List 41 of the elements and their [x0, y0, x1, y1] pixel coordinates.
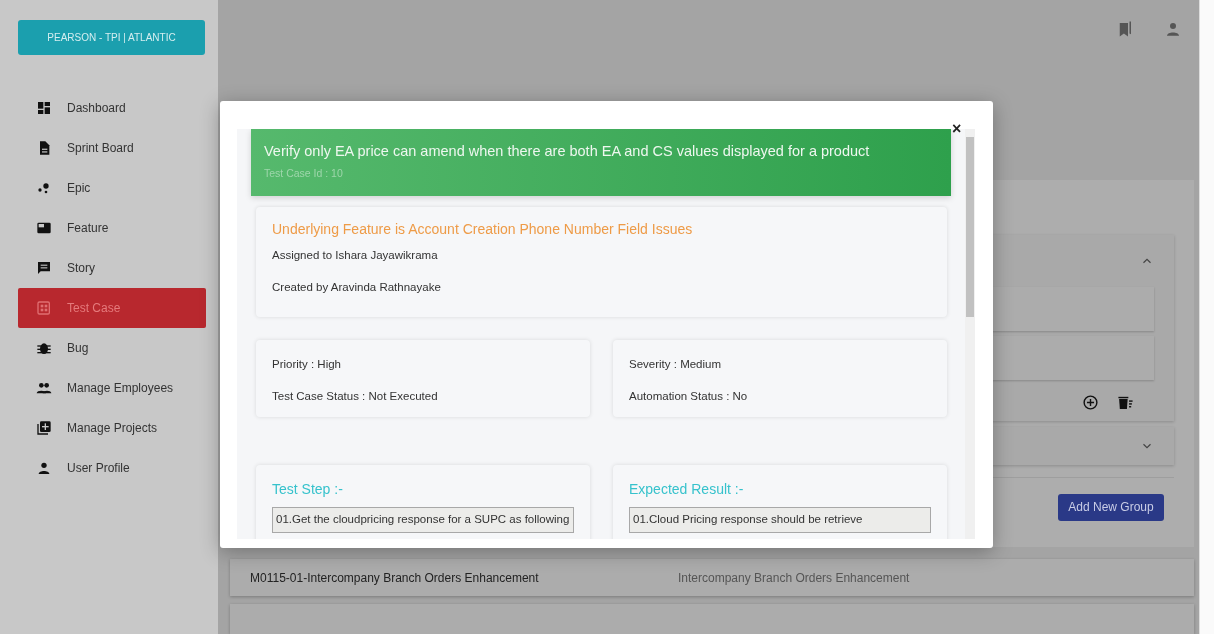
people-icon: [36, 380, 52, 396]
sidebar-item[interactable]: Sprint Board: [18, 128, 206, 168]
detail-text: Priority : High: [272, 358, 343, 370]
test-case-title: Verify only EA price can amend when there are both EA and CS values displayed for a product: [264, 143, 871, 159]
add-circle-icon[interactable]: [1082, 394, 1099, 412]
feature-title: Underlying Feature is Account Creation Phone Number Field Issues: [272, 221, 694, 237]
user-icon[interactable]: [1164, 20, 1182, 38]
grid-icon: [36, 300, 52, 316]
sidebar-item[interactable]: Manage Employees: [18, 368, 206, 408]
dashboard-icon: [36, 100, 52, 116]
close-button[interactable]: ×: [952, 121, 962, 137]
assignee-text: Assigned to Ishara Jayawikrama: [272, 249, 439, 261]
delete-icon[interactable]: [1117, 394, 1134, 412]
person-icon: [36, 460, 52, 476]
chat-icon: [36, 260, 52, 276]
detail-text: Test Case Status : Not Executed: [272, 390, 439, 402]
sidebar-item[interactable]: Bug: [18, 328, 206, 368]
page-scrollbar[interactable]: [1199, 0, 1214, 634]
sidebar-item[interactable]: Dashboard: [18, 88, 206, 128]
sidebar-item[interactable]: Feature: [18, 208, 206, 248]
add-group-button[interactable]: Add New Group: [1058, 493, 1164, 521]
sidebar-item[interactable]: Manage Projects: [18, 408, 206, 448]
modal-scrollbar[interactable]: [965, 129, 975, 539]
row-description: Intercompany Branch Orders Enhancement: [678, 570, 910, 585]
creator-text: Created by Aravinda Rathnayake: [272, 281, 442, 293]
section-heading: Test Step :-: [272, 481, 344, 497]
detail-text: Severity : Medium: [629, 358, 723, 370]
sidebar-item[interactable]: Story: [18, 248, 206, 288]
section-heading: Expected Result :-: [629, 481, 745, 497]
bug-icon: [36, 340, 52, 356]
project-row[interactable]: M0115-01-Intercompany Branch Orders Enhancement Intercompany Branch Orders Enhancement: [230, 559, 1194, 596]
dots-icon: [36, 180, 52, 196]
row-name: M0115-01-Intercompany Branch Orders Enhancement: [250, 570, 540, 585]
text-area-field[interactable]: 01.Get the cloudpricing response for a SUPC as following: [272, 507, 574, 533]
test-case-id: Test Case Id : 10: [264, 167, 344, 179]
text-area-field[interactable]: 01.Cloud Pricing response should be retrieve: [629, 507, 931, 533]
sidebar-item[interactable]: User Profile: [18, 448, 206, 488]
sidebar-item[interactable]: Epic: [18, 168, 206, 208]
detail-text: Automation Status : No: [629, 390, 749, 402]
addbox-icon: [36, 420, 52, 436]
window-icon: [36, 220, 52, 236]
